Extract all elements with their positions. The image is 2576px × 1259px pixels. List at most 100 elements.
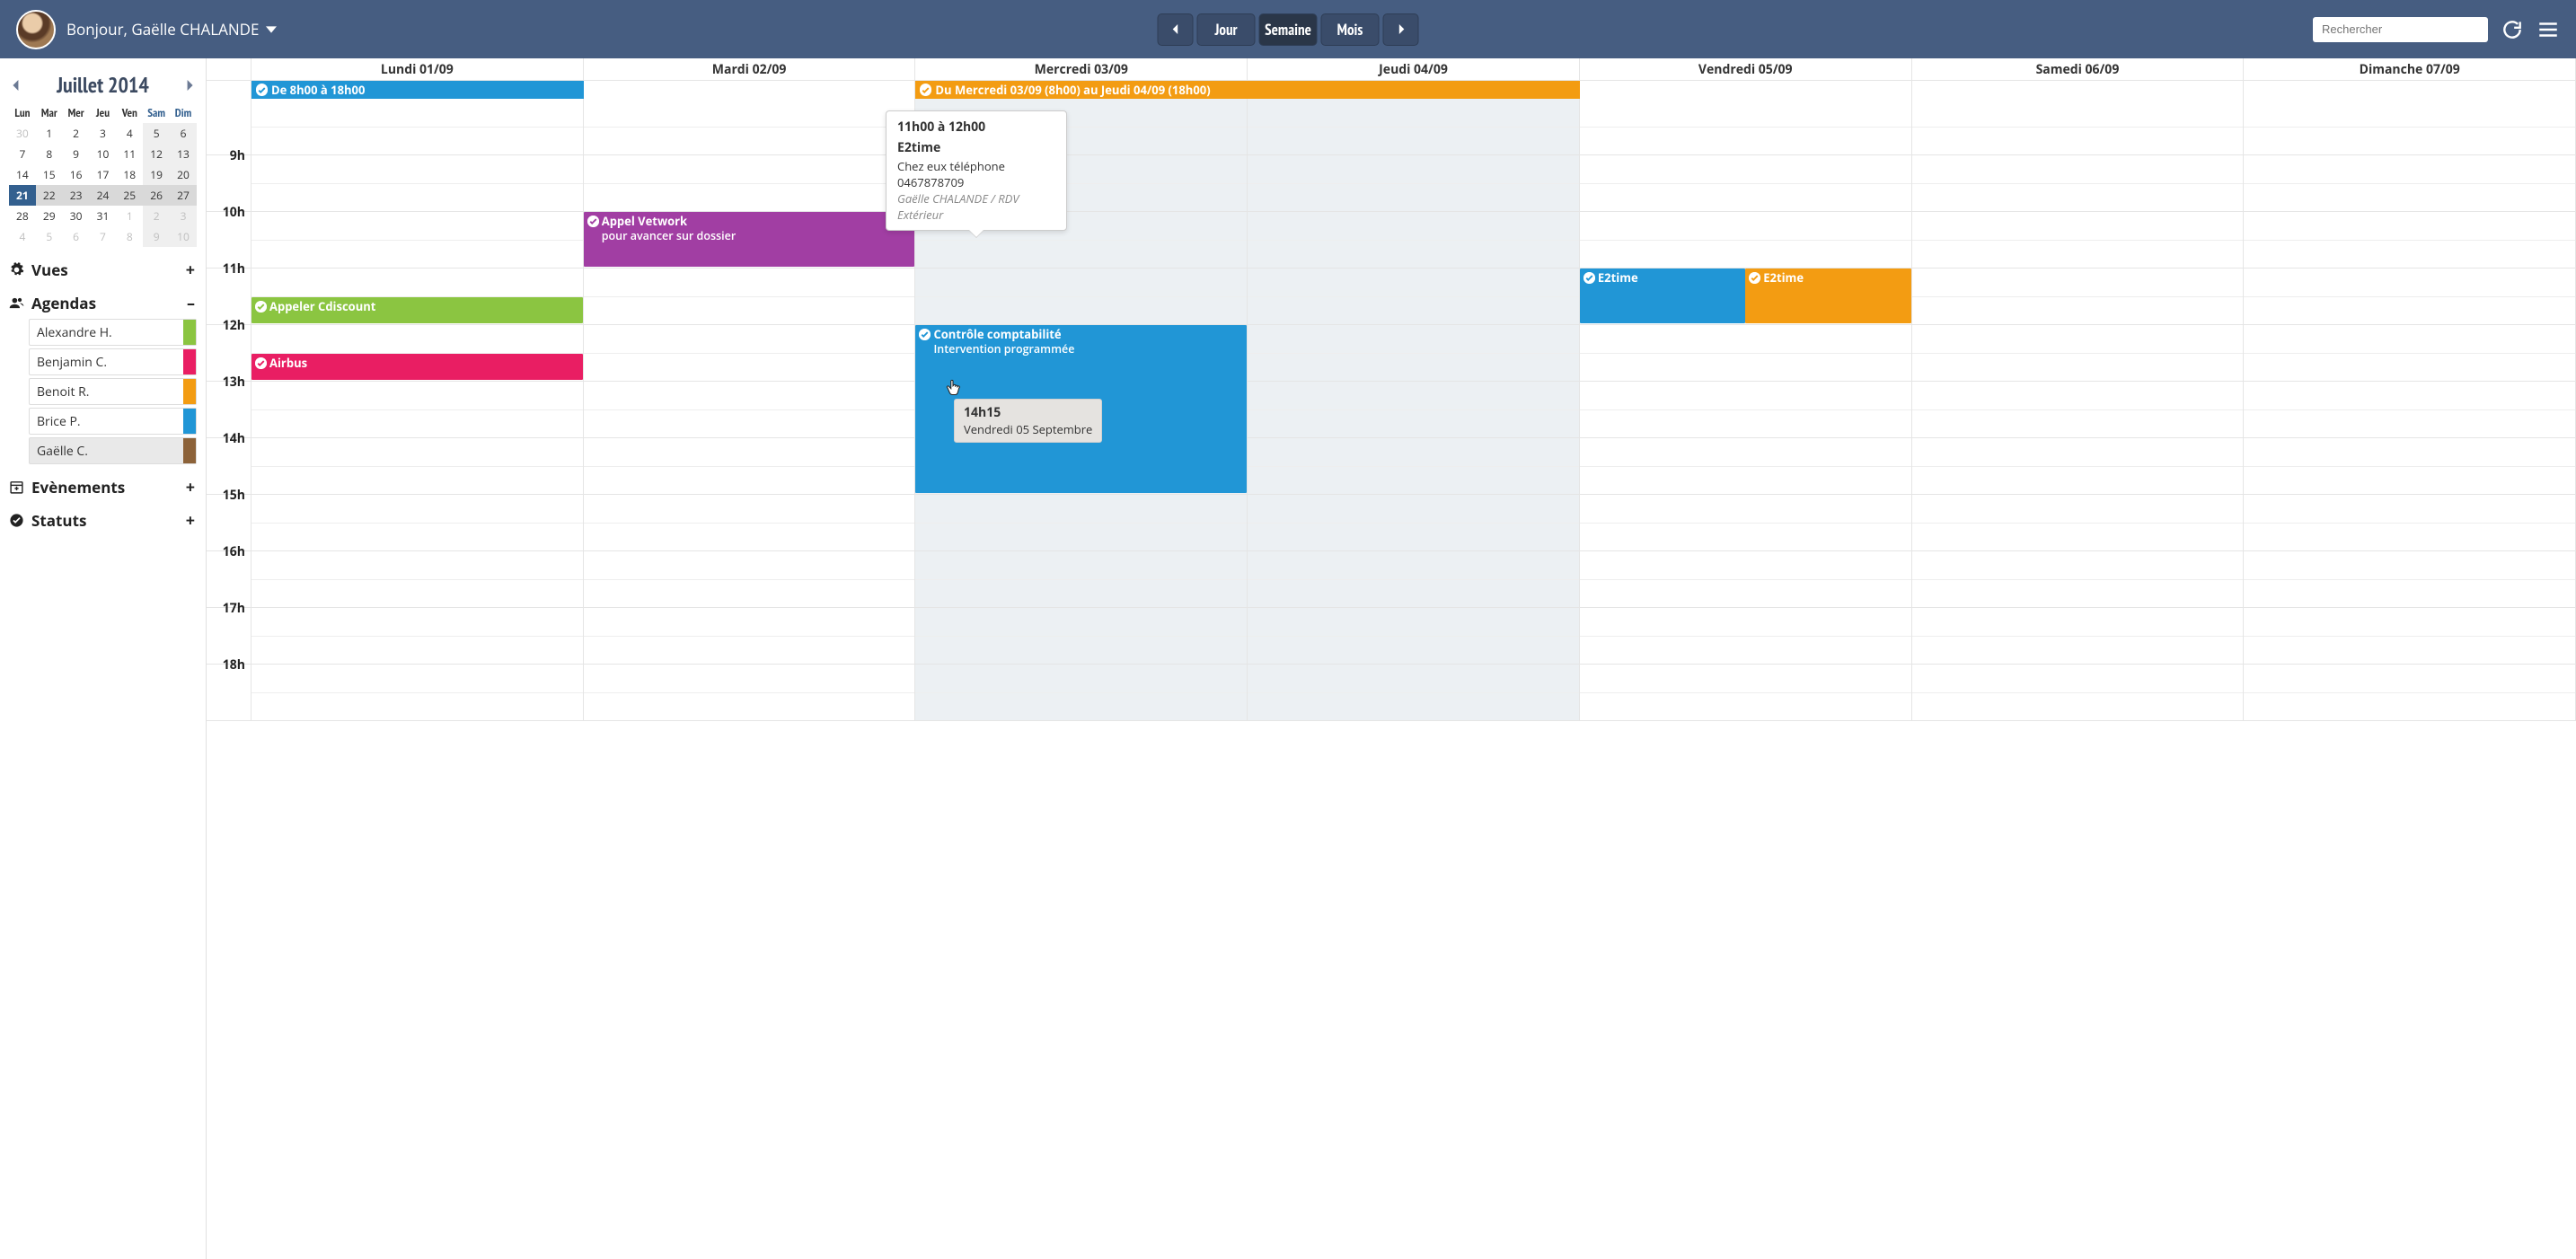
- allday-event[interactable]: De 8h00 à 18h00: [251, 81, 584, 99]
- minical-day[interactable]: 10: [90, 144, 117, 164]
- minical-day[interactable]: 28: [9, 206, 36, 226]
- allday-cell[interactable]: [584, 81, 916, 99]
- minical-day[interactable]: 16: [63, 164, 90, 185]
- agenda-item-label: Gaëlle C.: [37, 443, 88, 460]
- minical-day[interactable]: 21: [9, 185, 36, 206]
- section-evenements-label: Evènements: [31, 477, 125, 497]
- day-column[interactable]: [1912, 99, 2245, 721]
- minical-day[interactable]: 6: [170, 123, 197, 144]
- minical-day[interactable]: 31: [90, 206, 117, 226]
- day-header[interactable]: Vendredi 05/09: [1580, 58, 1912, 80]
- minical-day[interactable]: 30: [9, 123, 36, 144]
- prev-button[interactable]: [1158, 13, 1194, 46]
- section-statuts[interactable]: Statuts +: [9, 510, 197, 531]
- minical-day[interactable]: 30: [63, 206, 90, 226]
- minical-day[interactable]: 26: [143, 185, 170, 206]
- people-icon: [9, 295, 24, 311]
- day-column[interactable]: [1248, 99, 1580, 721]
- minical-day[interactable]: 4: [116, 123, 143, 144]
- calendar-event[interactable]: Airbus: [251, 354, 583, 381]
- calendar-event[interactable]: Appeler Cdiscount: [251, 297, 583, 324]
- minical-grid[interactable]: LunMarMerJeuVenSamDim 301234567891011121…: [9, 102, 197, 247]
- agenda-item[interactable]: Benjamin C.: [29, 348, 197, 375]
- minical-day[interactable]: 14: [9, 164, 36, 185]
- minical-dow: Sam: [143, 102, 170, 123]
- allday-event[interactable]: Du Mercredi 03/09 (8h00) au Jeudi 04/09 …: [915, 81, 1579, 99]
- section-agendas[interactable]: Agendas –: [9, 293, 197, 313]
- agenda-item[interactable]: Gaëlle C.: [29, 437, 197, 464]
- calendar-event[interactable]: E2time: [1745, 269, 1910, 323]
- minical-next-icon[interactable]: [184, 80, 195, 91]
- day-column[interactable]: [2244, 99, 2576, 721]
- minical-day[interactable]: 25: [116, 185, 143, 206]
- day-header[interactable]: Jeudi 04/09: [1248, 58, 1580, 80]
- minical-day[interactable]: 7: [9, 144, 36, 164]
- minical-day[interactable]: 3: [170, 206, 197, 226]
- minical-day[interactable]: 29: [36, 206, 63, 226]
- menu-icon[interactable]: [2536, 18, 2560, 41]
- allday-cell[interactable]: [1580, 81, 1912, 99]
- day-column[interactable]: Appel Vetworkpour avancer sur dossier: [584, 99, 916, 721]
- minical-day[interactable]: 9: [63, 144, 90, 164]
- minical-day[interactable]: 6: [63, 226, 90, 247]
- refresh-icon[interactable]: [2501, 18, 2524, 41]
- week-header: Lundi 01/09Mardi 02/09Mercredi 03/09Jeud…: [207, 58, 2576, 81]
- search-input[interactable]: [2313, 17, 2488, 42]
- minical-day[interactable]: 5: [143, 123, 170, 144]
- agenda-item[interactable]: Benoit R.: [29, 378, 197, 405]
- greeting-text: Bonjour, Gaëlle CHALANDE: [66, 19, 259, 40]
- user-menu[interactable]: Bonjour, Gaëlle CHALANDE: [66, 19, 277, 40]
- view-day-button[interactable]: Jour: [1197, 13, 1256, 46]
- day-column[interactable]: Appeler Cdiscount Airbus: [251, 99, 584, 721]
- section-vues[interactable]: Vues +: [9, 260, 197, 280]
- day-header[interactable]: Mardi 02/09: [584, 58, 916, 80]
- day-header[interactable]: Lundi 01/09: [251, 58, 584, 80]
- minical-day[interactable]: 24: [90, 185, 117, 206]
- minical-day[interactable]: 12: [143, 144, 170, 164]
- minical-day[interactable]: 4: [9, 226, 36, 247]
- drag-hint-date: Vendredi 05 Septembre: [964, 421, 1092, 437]
- minical-day[interactable]: 23: [63, 185, 90, 206]
- minical-day[interactable]: 19: [143, 164, 170, 185]
- time-label: 15h: [223, 487, 245, 504]
- next-button[interactable]: [1383, 13, 1419, 46]
- day-header[interactable]: Samedi 06/09: [1912, 58, 2245, 80]
- minical-day[interactable]: 11: [116, 144, 143, 164]
- day-column[interactable]: E2timeE2time: [1580, 99, 1912, 721]
- section-evenements[interactable]: Evènements +: [9, 477, 197, 497]
- view-month-button[interactable]: Mois: [1321, 13, 1380, 46]
- calendar-main[interactable]: Lundi 01/09Mardi 02/09Mercredi 03/09Jeud…: [207, 58, 2576, 1259]
- agenda-item[interactable]: Brice P.: [29, 408, 197, 435]
- calendar-event[interactable]: E2time: [1580, 269, 1745, 323]
- minical-day[interactable]: 9: [143, 226, 170, 247]
- minical-prev-icon[interactable]: [11, 80, 22, 91]
- minical-day[interactable]: 13: [170, 144, 197, 164]
- minical-day[interactable]: 3: [90, 123, 117, 144]
- avatar[interactable]: [16, 10, 56, 49]
- tooltip-meta: Gaëlle CHALANDE / RDV Extérieur: [897, 190, 1055, 223]
- day-header[interactable]: Mercredi 03/09: [915, 58, 1248, 80]
- agenda-item[interactable]: Alexandre H.: [29, 319, 197, 346]
- minical-day[interactable]: 8: [116, 226, 143, 247]
- time-label: 12h: [223, 317, 245, 334]
- minical-day[interactable]: 5: [36, 226, 63, 247]
- week-grid[interactable]: Appeler Cdiscount Airbus Appel Vetworkpour…: [251, 99, 2576, 721]
- minical-day[interactable]: 22: [36, 185, 63, 206]
- minical-day[interactable]: 7: [90, 226, 117, 247]
- minical-day[interactable]: 10: [170, 226, 197, 247]
- allday-cell[interactable]: [2244, 81, 2576, 99]
- minical-day[interactable]: 20: [170, 164, 197, 185]
- minical-day[interactable]: 2: [63, 123, 90, 144]
- view-week-button[interactable]: Semaine: [1259, 13, 1318, 46]
- day-header[interactable]: Dimanche 07/09: [2244, 58, 2576, 80]
- minical-day[interactable]: 8: [36, 144, 63, 164]
- minical-day[interactable]: 1: [116, 206, 143, 226]
- minical-day[interactable]: 17: [90, 164, 117, 185]
- minical-day[interactable]: 27: [170, 185, 197, 206]
- minical-day[interactable]: 18: [116, 164, 143, 185]
- calendar-event[interactable]: Appel Vetworkpour avancer sur dossier: [584, 212, 915, 267]
- allday-cell[interactable]: [1912, 81, 2245, 99]
- minical-day[interactable]: 2: [143, 206, 170, 226]
- minical-day[interactable]: 15: [36, 164, 63, 185]
- minical-day[interactable]: 1: [36, 123, 63, 144]
